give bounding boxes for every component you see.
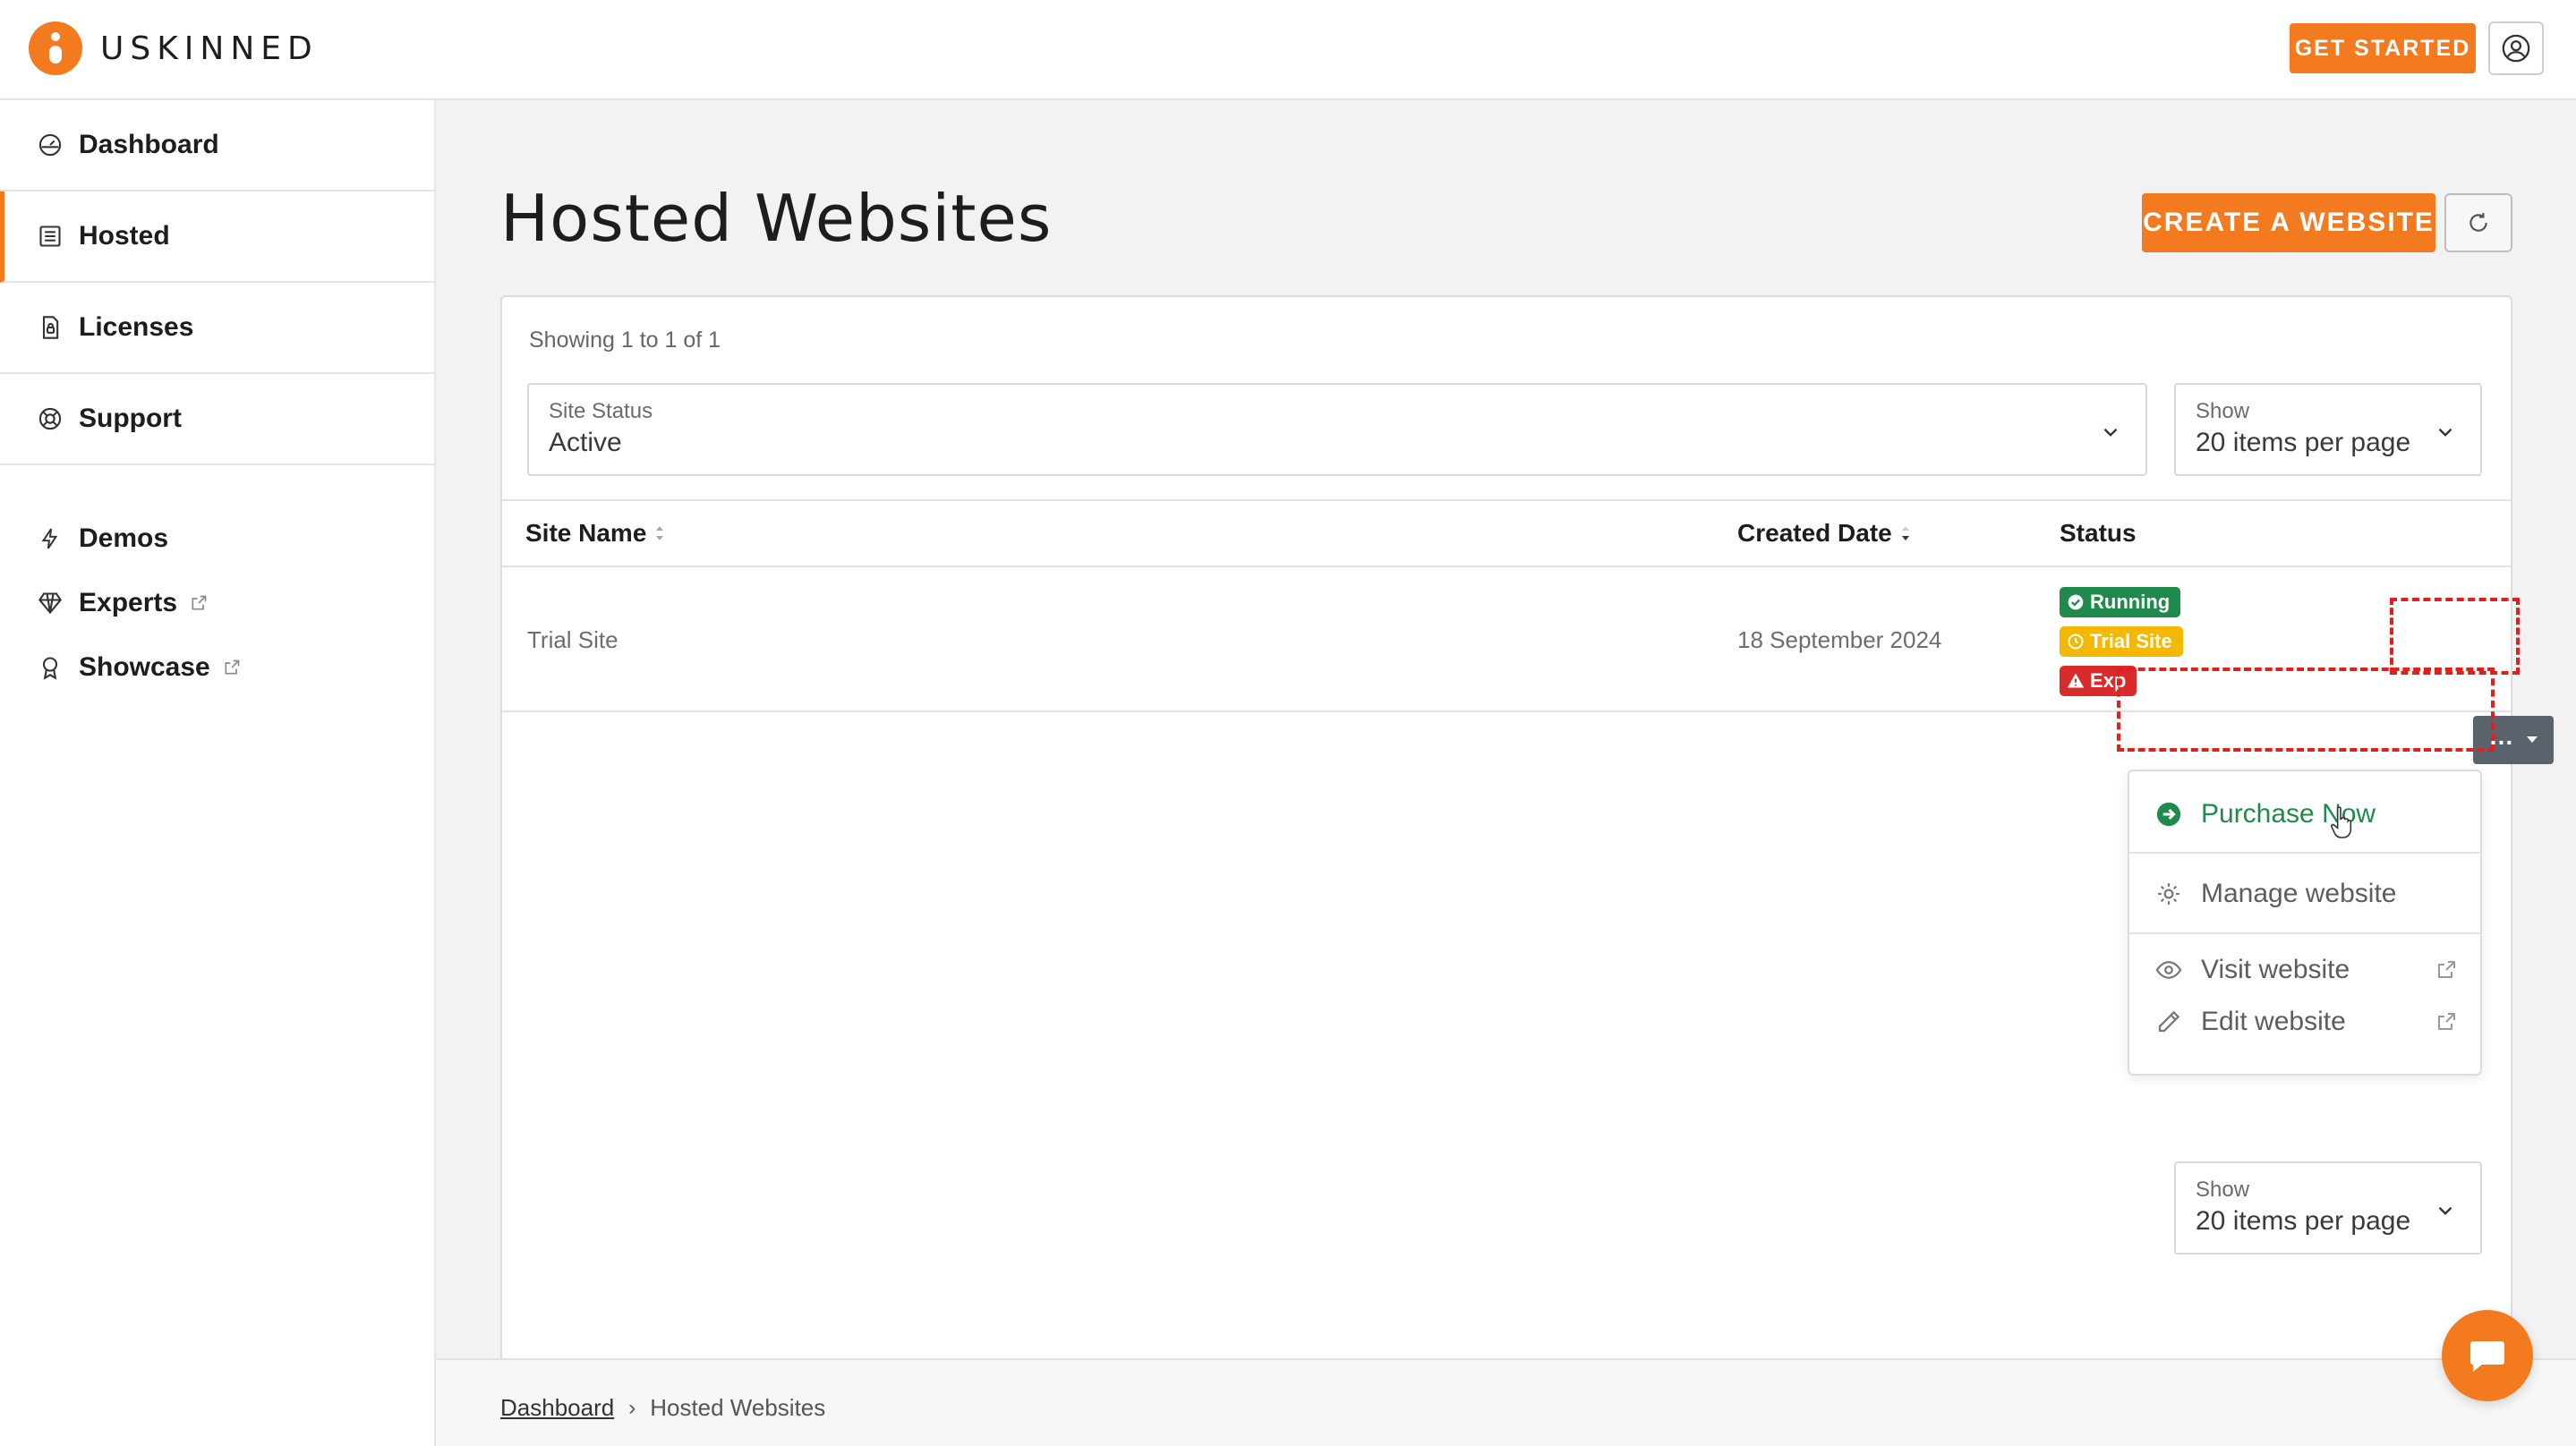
sidebar-item-showcase[interactable]: Showcase <box>0 636 434 699</box>
logo[interactable]: USKINNED <box>29 21 319 75</box>
site-status-select[interactable]: Site Status Active <box>527 383 2147 476</box>
status-badge-trial: Trial Site <box>2060 626 2183 657</box>
gear-icon <box>2154 880 2183 908</box>
badge-label: Trial Site <box>2090 630 2172 652</box>
highlight-purchase-now <box>2117 668 2495 752</box>
column-label: Site Name <box>525 519 647 547</box>
sidebar: Dashboard Hosted Licenses Support Demos … <box>0 100 436 1446</box>
column-created-date[interactable]: Created Date <box>1737 519 1912 548</box>
sidebar-item-label: Showcase <box>79 652 210 682</box>
eye-icon <box>2154 956 2183 984</box>
external-link-icon <box>2435 959 2457 981</box>
refresh-icon <box>2469 213 2487 232</box>
sidebar-item-dashboard[interactable]: Dashboard <box>0 100 434 191</box>
external-link-icon <box>223 659 241 676</box>
check-circle-icon <box>2067 593 2085 611</box>
menu-item-label: Manage website <box>2201 879 2397 908</box>
bolt-icon <box>36 524 64 553</box>
warning-icon <box>2067 672 2085 690</box>
created-date-cell: 18 September 2024 <box>1737 626 1942 653</box>
sidebar-item-experts[interactable]: Experts <box>0 572 434 634</box>
chat-icon <box>2470 1341 2504 1372</box>
logo-mark-icon <box>29 21 82 75</box>
sort-desc-icon <box>1899 523 1912 543</box>
top-bar: USKINNED GET STARTED <box>0 0 2576 100</box>
sidebar-item-licenses[interactable]: Licenses <box>0 283 434 374</box>
hosted-icon <box>36 222 64 251</box>
sidebar-item-demos[interactable]: Demos <box>0 507 434 570</box>
user-icon <box>2502 34 2530 63</box>
sidebar-item-label: Support <box>79 404 182 433</box>
page-size-value: 20 items per page <box>2196 428 2411 457</box>
column-site-name[interactable]: Site Name <box>525 519 666 548</box>
column-label: Status <box>2060 519 2137 547</box>
status-badge-running: Running <box>2060 587 2181 617</box>
menu-item-visit-website[interactable]: Visit website <box>2129 943 2480 997</box>
clock-icon <box>2067 633 2085 651</box>
badge-label: Running <box>2090 591 2171 613</box>
page-size-label: Show <box>2196 399 2250 423</box>
user-account-button[interactable] <box>2488 21 2544 75</box>
sidebar-item-support[interactable]: Support <box>0 374 434 465</box>
get-started-button[interactable]: GET STARTED <box>2290 23 2476 73</box>
brand-name: USKINNED <box>100 30 319 67</box>
sidebar-item-hosted[interactable]: Hosted <box>0 191 434 283</box>
gem-icon <box>36 589 64 617</box>
site-status-label: Site Status <box>549 399 653 423</box>
table-header: Site Name Created Date Status <box>502 499 2511 567</box>
sort-icon <box>653 523 666 543</box>
chevron-down-icon <box>2099 421 2122 448</box>
main-content: Hosted Websites CREATE A WEBSITE Showing… <box>436 100 2576 1446</box>
caret-down-icon <box>2526 736 2538 743</box>
page-size-value: 20 items per page <box>2196 1206 2411 1236</box>
sidebar-item-label: Hosted <box>79 221 170 251</box>
page-size-select[interactable]: Show 20 items per page <box>2174 383 2482 476</box>
bottom-page-size-select[interactable]: Show 20 items per page <box>2174 1161 2482 1255</box>
external-link-icon <box>190 594 208 612</box>
showing-count: Showing 1 to 1 of 1 <box>529 327 721 353</box>
highlight-actions-button <box>2390 598 2520 675</box>
create-website-button[interactable]: CREATE A WEBSITE <box>2142 193 2435 252</box>
breadcrumb-chevron-icon: › <box>628 1395 636 1420</box>
support-icon <box>36 404 64 433</box>
chevron-down-icon <box>2434 1199 2457 1227</box>
menu-divider <box>2129 852 2480 854</box>
page-size-label: Show <box>2196 1178 2250 1202</box>
award-icon <box>36 653 64 682</box>
sidebar-item-label: Experts <box>79 588 178 617</box>
menu-item-manage-website[interactable]: Manage website <box>2129 863 2480 925</box>
column-label: Created Date <box>1737 519 1892 547</box>
column-status: Status <box>2060 519 2137 548</box>
breadcrumb-home-link[interactable]: Dashboard <box>500 1394 614 1422</box>
pencil-icon <box>2154 1008 2183 1036</box>
external-link-icon <box>2435 1011 2457 1033</box>
breadcrumb-current: Hosted Websites <box>650 1394 826 1421</box>
sidebar-item-label: Licenses <box>79 312 194 342</box>
refresh-button[interactable] <box>2444 193 2512 252</box>
page-title: Hosted Websites <box>500 181 1053 256</box>
menu-item-edit-website[interactable]: Edit website <box>2129 995 2480 1049</box>
chevron-down-icon <box>2434 421 2457 448</box>
chat-launcher-button[interactable] <box>2442 1310 2533 1401</box>
sidebar-item-label: Demos <box>79 523 169 553</box>
license-icon <box>36 313 64 342</box>
site-status-value: Active <box>549 428 622 457</box>
site-name-cell[interactable]: Trial Site <box>527 626 618 654</box>
menu-item-label: Edit website <box>2201 1007 2346 1036</box>
breadcrumb: Dashboard › Hosted Websites <box>500 1394 825 1422</box>
footer-bar: Dashboard › Hosted Websites <box>436 1358 2576 1446</box>
menu-item-label: Visit website <box>2201 955 2350 984</box>
highlight-purchase-wrapper <box>2117 668 2495 843</box>
dashboard-icon <box>36 131 64 159</box>
sidebar-item-label: Dashboard <box>79 130 219 159</box>
menu-divider <box>2129 932 2480 934</box>
